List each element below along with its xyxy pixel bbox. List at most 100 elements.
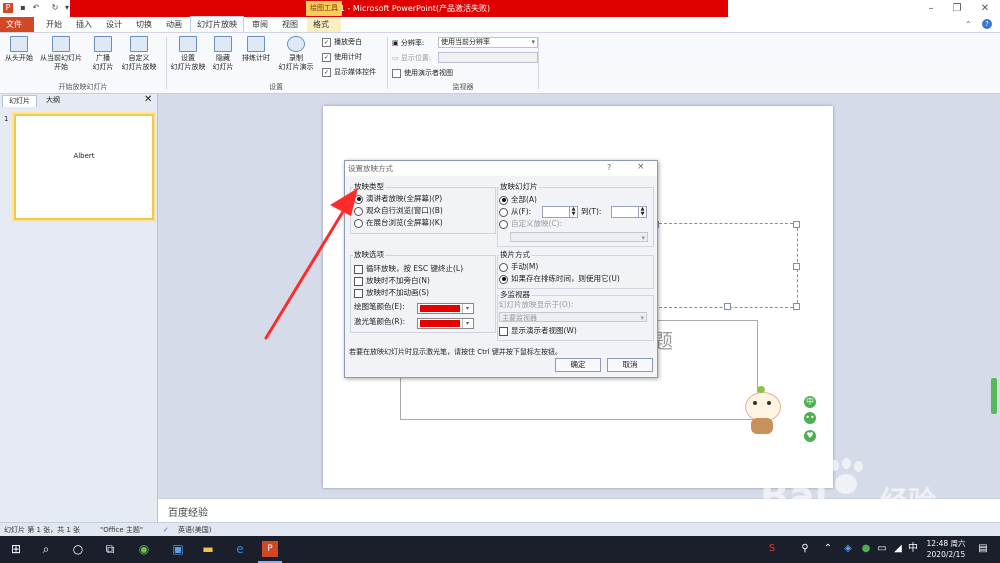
show-on-select[interactable] <box>438 52 538 63</box>
redo-icon[interactable]: ↻ <box>50 3 60 13</box>
custom-slideshow-button[interactable]: 自定义 幻灯片放映 <box>118 36 160 72</box>
share-icon[interactable]: 中 <box>804 396 816 408</box>
resolution-text: 分辨率: <box>400 39 425 47</box>
selected-placeholder[interactable] <box>652 221 800 310</box>
scrollbar-thumb[interactable] <box>991 378 997 414</box>
notification-icon[interactable]: ▤ <box>975 541 991 557</box>
windows-start-icon[interactable]: ⊞ <box>8 541 24 557</box>
volume-icon[interactable]: ◢ <box>890 541 906 557</box>
laser-hint: 若要在放映幻灯片时显示激光笔，请按住 Ctrl 键并按下鼠标左按钮。 <box>349 348 562 356</box>
from-spinner[interactable]: ▲ ▼ <box>542 206 578 218</box>
close-window-icon[interactable]: ✕ <box>972 0 998 17</box>
sogou-input-icon[interactable]: S <box>764 541 780 557</box>
tab-review[interactable]: 审阅 <box>246 17 274 32</box>
spellcheck-icon[interactable]: ✓ <box>163 523 169 537</box>
shirt-icon[interactable]: ♥ <box>804 430 816 442</box>
slide-thumbnail[interactable]: Albert <box>14 114 154 220</box>
collapse-ribbon-icon[interactable]: ⌃ <box>965 20 972 29</box>
record-slideshow-button[interactable]: 录制 幻灯片演示 <box>274 36 318 72</box>
from-current-button[interactable]: 从当前幻灯片 开始 <box>37 36 85 72</box>
emoji-icon[interactable]: •• <box>804 412 816 424</box>
tab-file[interactable]: 文件 <box>0 17 34 32</box>
store-icon[interactable]: ▣ <box>170 541 186 557</box>
dialog-help-icon[interactable]: ? <box>607 163 611 172</box>
resolution-icon: ▣ <box>392 39 401 47</box>
browser-360-icon[interactable]: ◉ <box>136 541 152 557</box>
language-status[interactable]: 英语(美国) <box>178 523 211 537</box>
show-media-controls-checkbox[interactable]: ✓ 显示媒体控件 <box>322 67 376 77</box>
clock[interactable]: 12:48 周六 2020/2/15 <box>924 538 968 560</box>
resize-handle[interactable] <box>793 221 800 228</box>
use-timings-label: 使用计时 <box>334 53 362 61</box>
radio-presenter[interactable]: 演讲者放映(全屏幕)(P) <box>354 194 442 204</box>
resize-handle[interactable] <box>793 303 800 310</box>
tab-transitions[interactable]: 切换 <box>130 17 158 32</box>
task-view-icon[interactable]: ⧉ <box>102 541 118 557</box>
tab-insert[interactable]: 插入 <box>70 17 98 32</box>
ime-icon[interactable]: 中 <box>905 541 921 557</box>
tab-outline[interactable]: 大纲 <box>40 95 66 106</box>
no-animation-checkbox[interactable]: 放映时不加动画(S) <box>354 288 429 298</box>
play-narration-checkbox[interactable]: ✓ 播放旁白 <box>322 37 362 47</box>
minimize-icon[interactable]: – <box>918 0 944 17</box>
tab-slideshow[interactable]: 幻灯片放映 <box>190 16 244 32</box>
ok-button[interactable]: 确定 <box>555 358 601 372</box>
setup-slideshow-button[interactable]: 设置 幻灯片放映 <box>168 36 208 72</box>
save-icon[interactable]: ▪ <box>18 3 28 13</box>
from-beginning-button[interactable]: 从头开始 <box>2 36 36 63</box>
edge-icon[interactable]: e <box>232 541 248 557</box>
cortana-icon[interactable]: ○ <box>70 541 86 557</box>
wechat-icon[interactable]: ● <box>858 541 874 557</box>
tab-animations[interactable]: 动画 <box>160 17 188 32</box>
custom-show-select[interactable]: ▾ <box>510 232 648 242</box>
loop-checkbox[interactable]: 循环放映，按 ESC 键终止(L) <box>354 264 463 274</box>
resize-handle[interactable] <box>793 263 800 270</box>
radio-icon <box>499 207 508 217</box>
tab-format[interactable]: 格式 <box>307 17 341 32</box>
dialog-close-icon[interactable]: × <box>637 162 645 172</box>
radio-browsed-window[interactable]: 观众自行浏览(窗口)(B) <box>354 206 443 216</box>
checkmark-icon: ✓ <box>322 67 331 77</box>
close-panel-icon[interactable]: ✕ <box>144 94 152 105</box>
resize-handle[interactable] <box>724 303 731 310</box>
undo-icon[interactable]: ↶ <box>31 3 41 13</box>
people-icon[interactable]: ⚲ <box>797 541 813 557</box>
help-icon[interactable]: ? <box>982 19 992 29</box>
tray-app-icon[interactable]: ◈ <box>840 541 856 557</box>
radio-manual[interactable]: 手动(M) <box>499 262 538 272</box>
monitor-select[interactable]: 主要监视器 ▾ <box>499 312 647 322</box>
clock-time: 12:48 周六 <box>926 539 966 548</box>
tab-home[interactable]: 开始 <box>40 17 68 32</box>
search-icon[interactable]: ⌕ <box>38 541 54 557</box>
to-spinner[interactable]: ▲ ▼ <box>611 206 647 218</box>
laser-color-picker[interactable]: ▾ <box>417 318 474 329</box>
presenter-view-checkbox[interactable]: 使用演示者视图 <box>392 68 453 78</box>
radio-from[interactable]: 从(F): <box>499 207 531 217</box>
presenter-view-checkbox[interactable]: 显示演示者视图(W) <box>499 326 577 336</box>
radio-custom-show[interactable]: 自定义放映(C): <box>499 219 562 229</box>
tab-design[interactable]: 设计 <box>100 17 128 32</box>
use-timings-checkbox[interactable]: ✓ 使用计时 <box>322 52 362 62</box>
slide-number: 1 <box>4 115 9 123</box>
network-icon[interactable]: ▭ <box>874 541 890 557</box>
rehearse-timings-button[interactable]: 排练计时 <box>240 36 272 63</box>
radio-use-timings[interactable]: 如果存在排练时间，则使用它(U) <box>499 274 620 284</box>
checkbox-box <box>499 326 508 336</box>
hide-slide-button[interactable]: 隐藏 幻灯片 <box>208 36 238 72</box>
file-explorer-icon[interactable]: ▬ <box>200 541 216 557</box>
tab-slides[interactable]: 幻灯片 <box>2 95 37 107</box>
broadcast-button[interactable]: 广播 幻灯片 <box>88 36 118 72</box>
pen-color-picker[interactable]: ▾ <box>417 303 474 314</box>
tab-view[interactable]: 视图 <box>276 17 304 32</box>
resolution-label: ▣ 分辨率: <box>392 38 424 48</box>
restore-icon[interactable]: ❐ <box>944 0 970 17</box>
cancel-button[interactable]: 取消 <box>607 358 653 372</box>
radio-all-slides[interactable]: 全部(A) <box>499 195 537 205</box>
resolution-select[interactable]: 使用当前分辨率 ▾ <box>438 37 538 48</box>
radio-kiosk[interactable]: 在展台浏览(全屏幕)(K) <box>354 218 443 228</box>
checkmark-icon: ✓ <box>322 37 331 47</box>
no-narration-checkbox[interactable]: 放映时不加旁白(N) <box>354 276 430 286</box>
laser-color-label: 激光笔颜色(R): <box>354 317 406 326</box>
tray-expand-icon[interactable]: ⌃ <box>820 541 836 557</box>
powerpoint-taskbar-icon[interactable]: P <box>262 541 278 557</box>
